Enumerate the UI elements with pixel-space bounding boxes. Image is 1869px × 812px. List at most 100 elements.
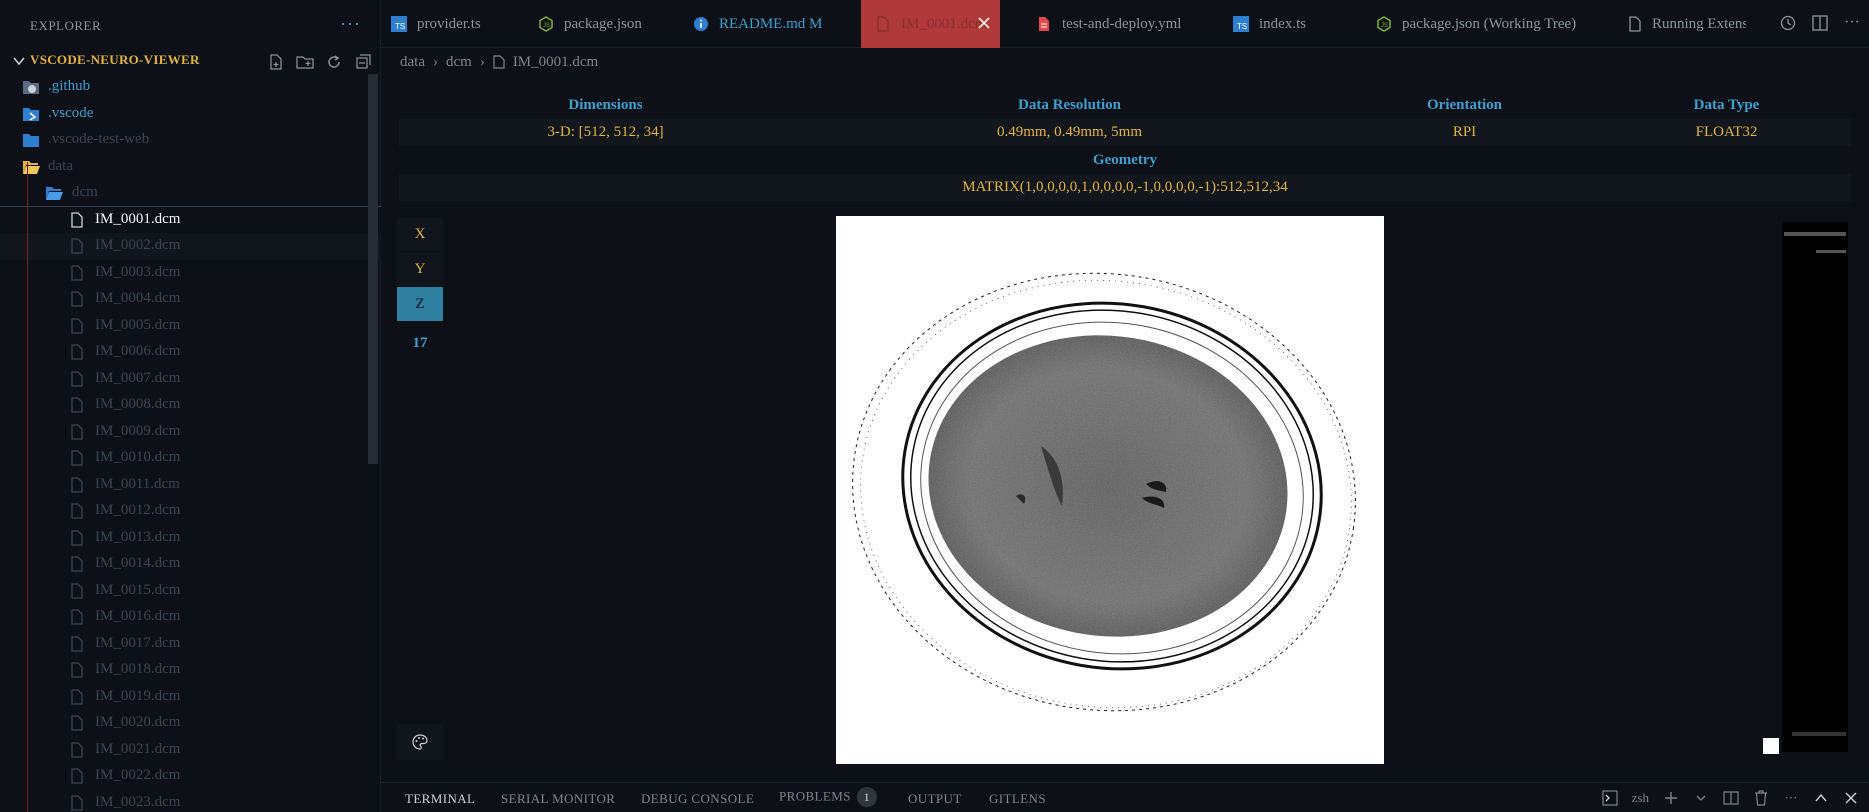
file-item[interactable]: IM_0017.dcm	[0, 631, 381, 658]
file-item[interactable]: IM_0005.dcm	[0, 313, 381, 340]
value-data-resolution: 0.49mm, 0.49mm, 5mm	[996, 124, 1142, 140]
terminal-icon[interactable]	[1602, 789, 1618, 807]
file-icon	[68, 635, 86, 653]
tab-serial-monitor[interactable]: SERIAL MONITOR	[501, 791, 615, 807]
file-item[interactable]: IM_0018.dcm	[0, 657, 381, 684]
tab-debug-console[interactable]: DEBUG CONSOLE	[641, 791, 754, 807]
more-actions-icon[interactable]: ···	[340, 14, 361, 35]
breadcrumb-item[interactable]: IM_0001.dcm	[513, 54, 598, 71]
chevron-up-icon[interactable]	[1813, 789, 1829, 807]
file-icon	[68, 476, 86, 494]
file-tree: .github .vscode .vscode-test-web data dc…	[0, 74, 382, 812]
history-icon[interactable]	[1779, 14, 1797, 32]
file-item[interactable]: IM_0014.dcm	[0, 551, 381, 578]
split-terminal-icon[interactable]	[1723, 789, 1739, 807]
file-item[interactable]: IM_0011.dcm	[0, 472, 381, 499]
file-item[interactable]: IM_0022.dcm	[0, 763, 381, 790]
ct-slice-canvas[interactable]	[836, 216, 1384, 764]
file-item[interactable]: IM_0013.dcm	[0, 525, 381, 552]
tab-readme-md[interactable]: README.md M	[693, 0, 843, 48]
file-icon	[68, 794, 86, 812]
file-icon	[68, 290, 86, 308]
explorer-sidebar: EXPLORER ··· VSCODE-NEURO-VIEWER .github…	[0, 0, 382, 812]
minimap[interactable]	[1782, 222, 1848, 752]
breadcrumb-item[interactable]: dcm	[446, 54, 472, 71]
chevron-down-icon[interactable]	[1693, 789, 1709, 807]
tab-label: package.json	[564, 15, 642, 32]
file-item[interactable]: IM_0004.dcm	[0, 286, 381, 313]
axis-x-button[interactable]: X	[397, 217, 443, 251]
tab-index-ts[interactable]: TS index.ts	[1233, 0, 1353, 48]
file-item[interactable]: IM_0007.dcm	[0, 366, 381, 393]
file-icon	[68, 555, 86, 573]
brain-scan-image	[852, 272, 1356, 712]
tab-label: Running Extensions	[1652, 15, 1746, 32]
tab-test-and-deploy-yml[interactable]: test-and-deploy.yml	[1036, 0, 1236, 48]
file-label: IM_0004.dcm	[95, 290, 181, 306]
file-item[interactable]: IM_0001.dcm	[0, 205, 382, 234]
tab-running-extensions[interactable]: Running Extensions	[1628, 0, 1746, 48]
header-data-type: Data Type	[1693, 97, 1760, 113]
file-item[interactable]: IM_0010.dcm	[0, 445, 381, 472]
split-editor-icon[interactable]	[1811, 14, 1829, 32]
add-terminal-icon[interactable]	[1663, 789, 1679, 807]
palette-icon[interactable]	[397, 724, 443, 760]
axis-z-button[interactable]: Z	[397, 287, 443, 321]
chevron-down-icon[interactable]	[12, 54, 26, 68]
file-item[interactable]: IM_0021.dcm	[0, 737, 381, 764]
file-icon	[68, 741, 86, 759]
minimap-slider[interactable]	[1763, 738, 1779, 754]
more-actions-icon[interactable]: ···	[1783, 789, 1799, 807]
file-item[interactable]: IM_0003.dcm	[0, 260, 381, 287]
tab-package-json-working-tree[interactable]: JS package.json (Working Tree)	[1376, 0, 1596, 48]
file-item[interactable]: IM_0020.dcm	[0, 710, 381, 737]
file-icon	[68, 237, 86, 255]
terminal-shell-label[interactable]: zsh	[1632, 789, 1649, 807]
file-label: IM_0019.dcm	[95, 687, 181, 704]
tab-provider-ts[interactable]: TS provider.ts	[391, 0, 541, 48]
tab-terminal[interactable]: TERMINAL	[405, 791, 475, 807]
tab-output[interactable]: OUTPUT	[908, 791, 962, 807]
new-folder-icon[interactable]	[295, 52, 315, 72]
tab-problems[interactable]: PROBLEMS 1	[779, 787, 877, 807]
folder-vscode[interactable]: .vscode	[0, 101, 381, 128]
folder-dcm[interactable]: dcm	[0, 180, 381, 207]
close-icon[interactable]	[976, 15, 992, 31]
refresh-icon[interactable]	[324, 52, 344, 72]
file-item[interactable]: IM_0008.dcm	[0, 392, 381, 419]
axis-y-button[interactable]: Y	[397, 252, 443, 286]
file-item[interactable]: IM_0012.dcm	[0, 498, 381, 525]
file-item[interactable]: IM_0023.dcm	[0, 790, 381, 812]
workspace-root[interactable]: VSCODE-NEURO-VIEWER	[0, 48, 381, 74]
file-item[interactable]: IM_0006.dcm	[0, 339, 381, 366]
file-icon	[68, 211, 86, 229]
file-item[interactable]: IM_0002.dcm	[0, 233, 381, 260]
more-actions-icon[interactable]: ···	[1843, 14, 1861, 32]
folder-data[interactable]: data	[0, 154, 381, 181]
tab-gitlens[interactable]: GITLENS	[989, 791, 1046, 807]
root-actions	[266, 52, 373, 72]
breadcrumb-item[interactable]: data	[400, 54, 425, 71]
folder-vscode-test-web[interactable]: .vscode-test-web	[0, 127, 381, 154]
panel-actions: zsh ···	[1602, 789, 1859, 807]
folder-github[interactable]: .github	[0, 74, 381, 101]
new-file-icon[interactable]	[266, 52, 286, 72]
explorer-title: EXPLORER	[30, 18, 102, 33]
file-icon	[68, 661, 86, 679]
file-item[interactable]: IM_0019.dcm	[0, 684, 381, 711]
slice-index[interactable]: 17	[397, 335, 443, 363]
collapse-all-icon[interactable]	[353, 52, 373, 72]
trash-icon[interactable]	[1753, 789, 1769, 807]
file-item[interactable]: IM_0009.dcm	[0, 419, 381, 446]
tab-im-0001-dcm[interactable]: IM_0001.dcm	[861, 0, 1000, 48]
value-dimensions: 3-D: [512, 512, 34]	[547, 124, 664, 140]
file-item[interactable]: IM_0016.dcm	[0, 604, 381, 631]
tab-label: README.md M	[719, 15, 823, 32]
file-label: IM_0005.dcm	[95, 316, 181, 333]
close-icon[interactable]	[1843, 789, 1859, 807]
sidebar-scrollbar[interactable]	[368, 74, 378, 464]
chevron-right-icon: ›	[479, 53, 485, 70]
tab-label: IM_0001.dcm	[901, 15, 987, 32]
file-item[interactable]: IM_0015.dcm	[0, 578, 381, 605]
tab-package-json[interactable]: JS package.json	[538, 0, 688, 48]
